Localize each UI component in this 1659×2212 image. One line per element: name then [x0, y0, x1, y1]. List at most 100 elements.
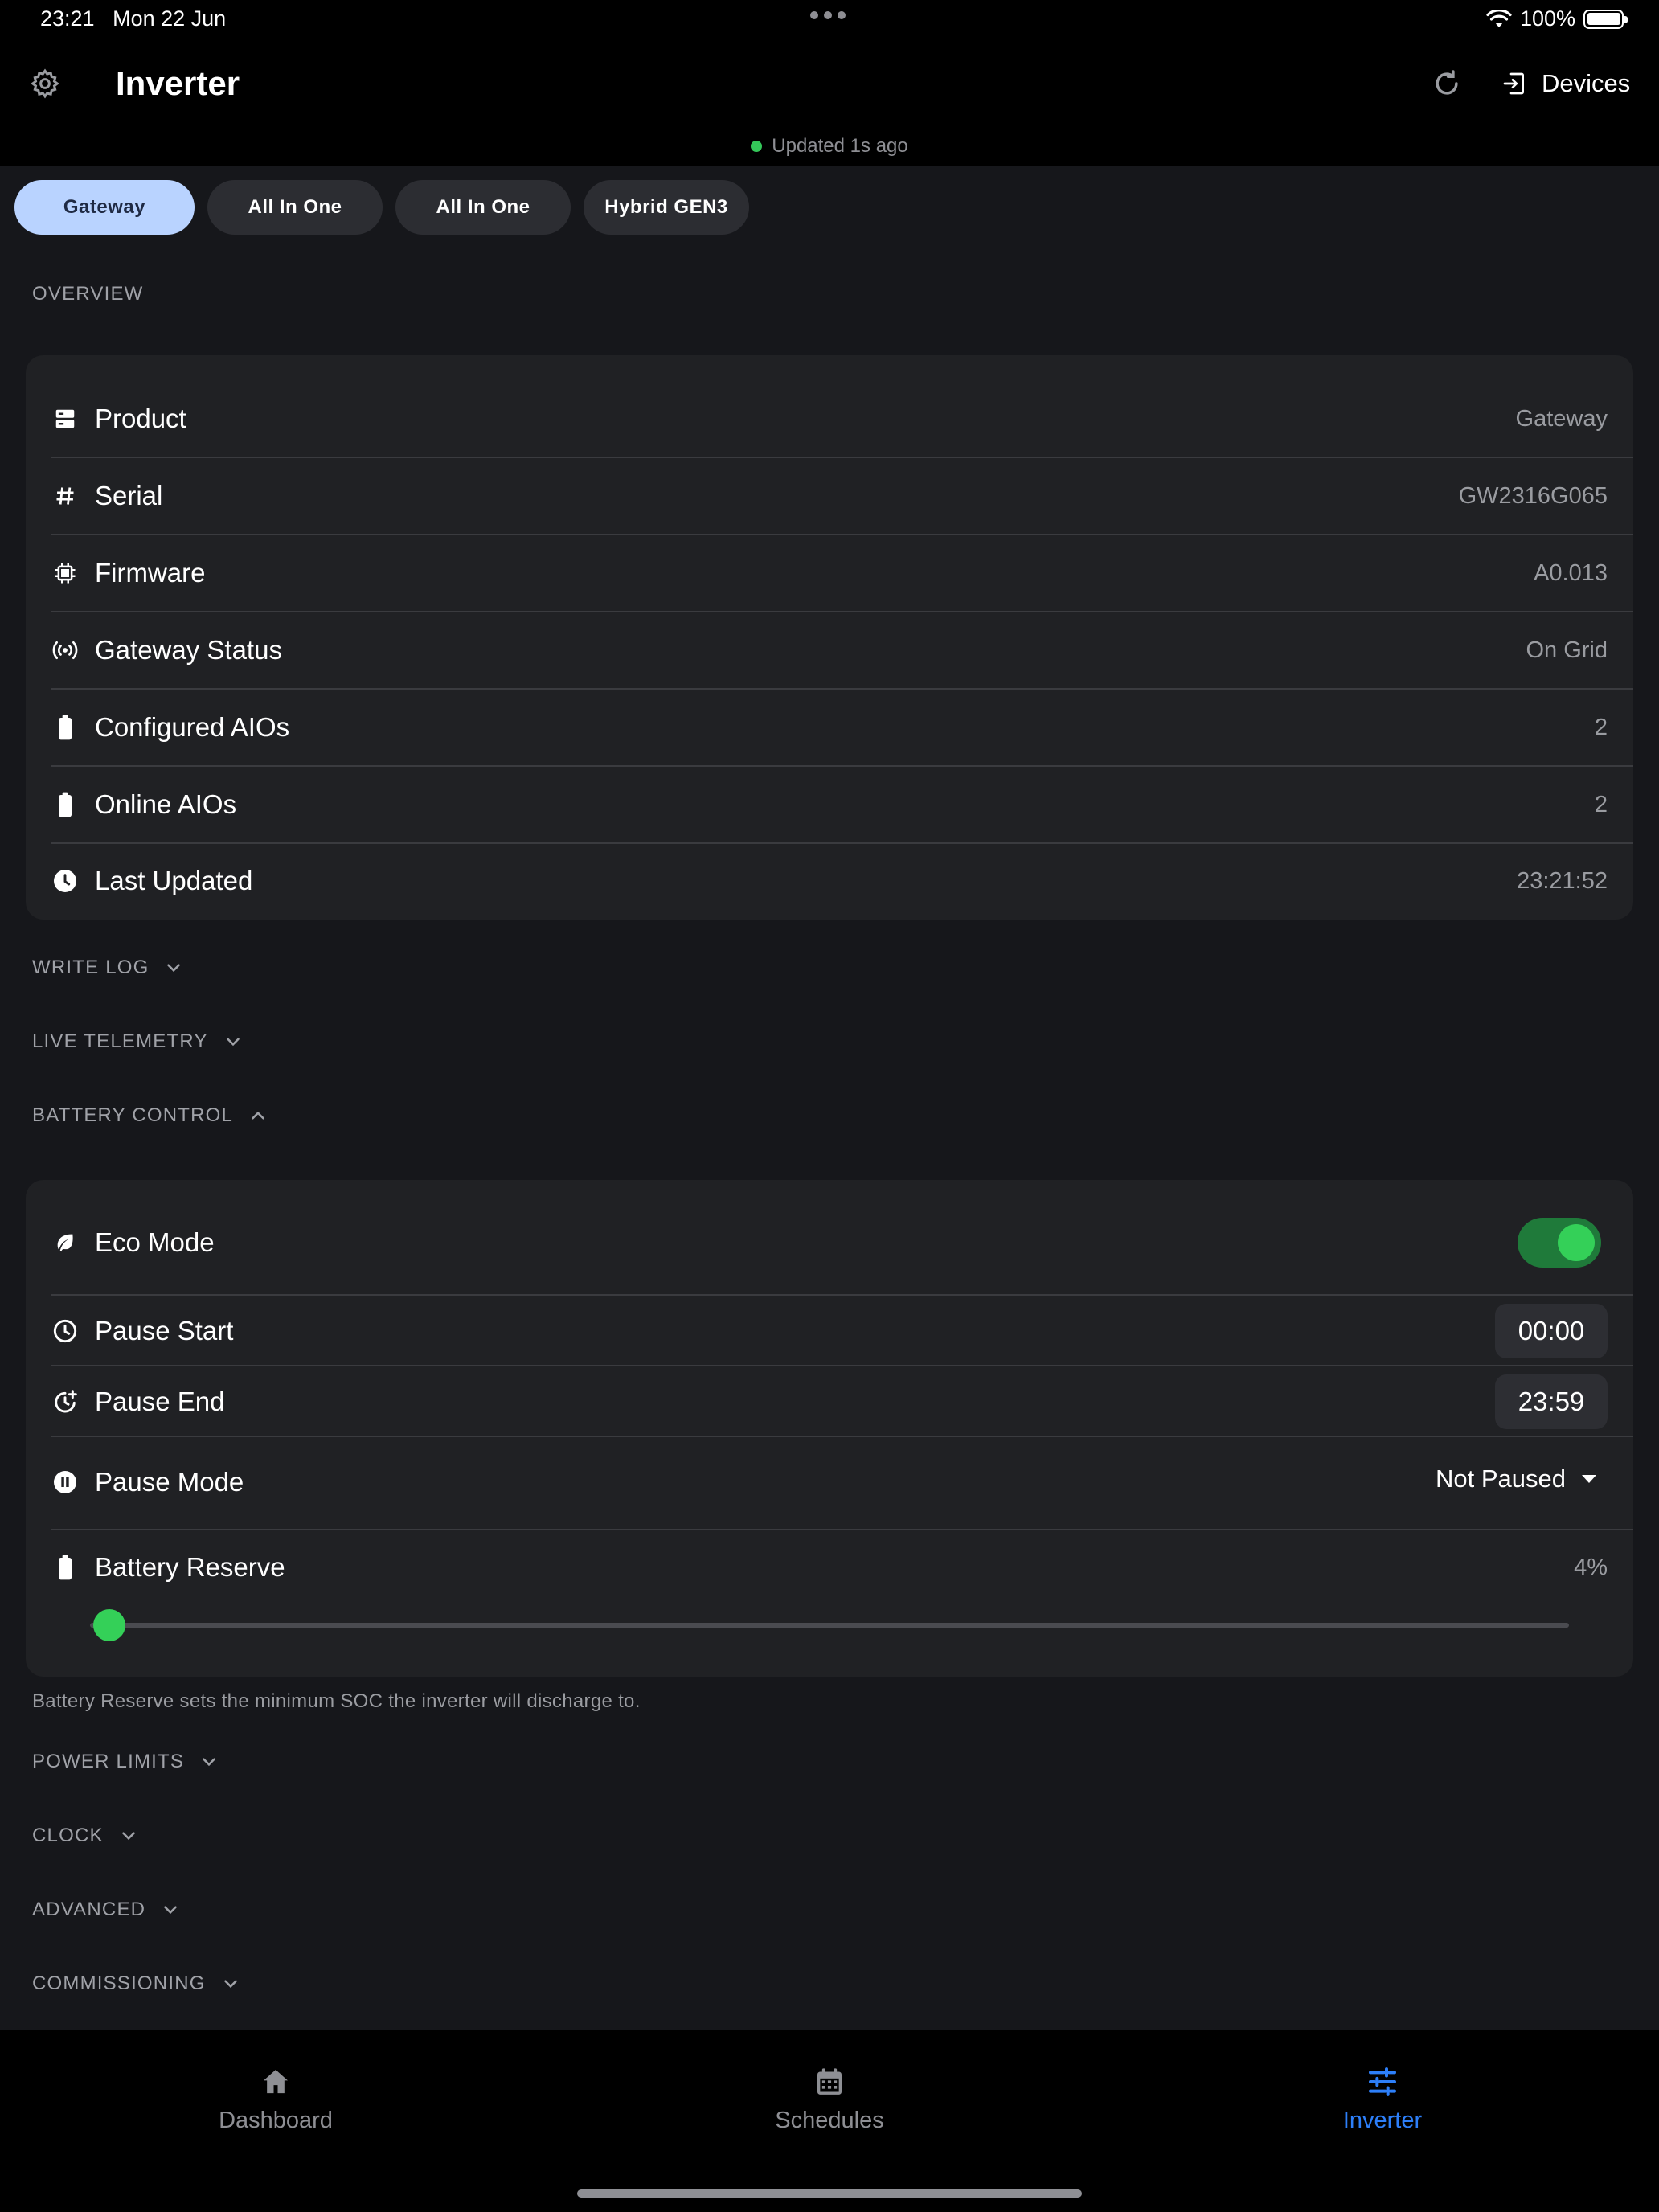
row-label: Serial [95, 481, 163, 510]
battery-control-card: Eco Mode Pause Start 00:00 Pause End 23:… [26, 1180, 1633, 1677]
commissioning-toggle[interactable]: COMMISSIONING [32, 1972, 241, 1995]
refresh-icon [1436, 70, 1458, 95]
multitasking-dots-icon[interactable] [810, 11, 846, 19]
tab-hybrid-gen3[interactable]: Hybrid GEN3 [584, 180, 749, 235]
divider [51, 457, 1633, 458]
write-log-toggle[interactable]: WRITE LOG [32, 956, 184, 979]
status-indicators: 100% [1486, 6, 1628, 31]
battery-icon [51, 714, 79, 741]
nav-schedules[interactable]: Schedules [709, 2066, 950, 2134]
power-limits-toggle[interactable]: POWER LIMITS [32, 1751, 219, 1773]
home-icon [264, 2070, 288, 2094]
row-value: Gateway [1515, 405, 1608, 432]
chevron-down-icon [226, 1038, 240, 1047]
pause-circle-icon [51, 1469, 79, 1496]
status-dot-icon [751, 141, 763, 152]
overview-row-product: Product Gateway [51, 395, 1633, 443]
top-bar: 23:21 Mon 22 Jun 100% Inverter Devices U… [0, 0, 1659, 166]
overview-card: Product Gateway Serial GW2316G065 Firmwa… [26, 355, 1633, 920]
battery-icon [51, 1554, 79, 1581]
battery-reserve-slider[interactable] [90, 1623, 1569, 1628]
device-tabs: Gateway All In One All In One Hybrid GEN… [14, 180, 749, 235]
clock-icon [51, 867, 79, 895]
settings-button[interactable] [24, 63, 66, 104]
chip-icon [51, 559, 79, 587]
chevron-down-icon [203, 1758, 215, 1767]
pause-end-label: Pause End [95, 1387, 225, 1416]
page-title: Inverter [116, 64, 240, 102]
eco-mode-toggle[interactable] [1518, 1218, 1601, 1268]
overview-row-firmware: Firmware A0.013 [51, 549, 1633, 597]
pause-start-label: Pause Start [95, 1316, 234, 1346]
chevron-down-icon [223, 1980, 237, 1989]
clock-toggle[interactable]: CLOCK [32, 1825, 139, 1847]
status-time: 23:21 Mon 22 Jun [40, 6, 227, 31]
devices-button[interactable]: Devices [1501, 63, 1630, 104]
nav-label: Schedules [775, 2108, 884, 2133]
row-label: Firmware [95, 558, 206, 588]
row-value: A0.013 [1534, 559, 1608, 586]
tab-gateway[interactable]: Gateway [14, 180, 195, 235]
section-label: ADVANCED [32, 1899, 146, 1920]
divider [51, 534, 1633, 535]
pause-mode-label: Pause Mode [95, 1467, 244, 1497]
divider [51, 611, 1633, 612]
bottom-navigation: Dashboard Schedules Inverter [0, 2030, 1659, 2212]
toggle-knob [1558, 1224, 1595, 1261]
chevron-down-icon [167, 964, 181, 973]
pause-end-time-picker[interactable]: 23:59 [1495, 1374, 1608, 1429]
overview-row-online-aios: Online AIOs 2 [51, 780, 1633, 829]
section-label: POWER LIMITS [32, 1751, 185, 1772]
advanced-toggle[interactable]: ADVANCED [32, 1899, 181, 1921]
battery-reserve-label: Battery Reserve [95, 1552, 285, 1582]
tab-all-in-one-2[interactable]: All In One [395, 180, 571, 235]
eco-mode-label: Eco Mode [95, 1227, 215, 1257]
battery-reserve-slider-thumb[interactable] [92, 1609, 125, 1641]
home-indicator[interactable] [577, 2189, 1082, 2198]
pause-mode-dropdown[interactable]: Not Paused [1436, 1464, 1598, 1493]
nav-dashboard[interactable]: Dashboard [155, 2066, 396, 2134]
section-label: CLOCK [32, 1825, 104, 1846]
refresh-button[interactable] [1426, 63, 1468, 104]
battery-control-toggle[interactable]: BATTERY CONTROL [32, 1104, 268, 1127]
divider [51, 842, 1633, 844]
live-telemetry-toggle[interactable]: LIVE TELEMETRY [32, 1030, 244, 1053]
row-label: Online AIOs [95, 789, 237, 819]
sliders-icon [1369, 2067, 1396, 2096]
section-label: WRITE LOG [32, 956, 150, 978]
overview-section-label: OVERVIEW [32, 283, 144, 305]
battery-icon [51, 791, 79, 818]
row-value: 2 [1594, 791, 1608, 817]
leaf-icon [51, 1229, 79, 1256]
battery-reserve-value: 4% [1574, 1554, 1608, 1580]
status-battery-icon [1583, 9, 1628, 29]
chevron-down-icon [121, 1832, 135, 1841]
row-value: GW2316G065 [1458, 482, 1608, 509]
chevron-up-icon [252, 1111, 264, 1120]
updated-text: Updated 1s ago [772, 135, 908, 157]
nav-inverter[interactable]: Inverter [1262, 2066, 1503, 2134]
divider [51, 688, 1633, 690]
overview-row-last-updated: Last Updated 23:21:52 [51, 857, 1633, 905]
divider [51, 1436, 1633, 1437]
divider [51, 1529, 1633, 1530]
pause-mode-row: Pause Mode Not Paused [51, 1460, 1633, 1505]
product-icon [51, 405, 79, 432]
update-status: Updated 1s ago [0, 135, 1659, 158]
section-label: BATTERY CONTROL [32, 1104, 234, 1126]
caret-down-icon [1582, 1475, 1596, 1483]
section-label: LIVE TELEMETRY [32, 1030, 208, 1052]
tab-all-in-one-1[interactable]: All In One [207, 180, 383, 235]
pause-end-row: Pause End 23:59 [51, 1374, 1633, 1429]
clock-plus-icon [51, 1388, 79, 1415]
pause-start-time-picker[interactable]: 00:00 [1495, 1304, 1608, 1358]
battery-reserve-row: Battery Reserve 4% [51, 1545, 1633, 1590]
battery-reserve-helper-text: Battery Reserve sets the minimum SOC the… [32, 1690, 641, 1712]
gear-icon [31, 68, 59, 99]
wifi-icon [1486, 9, 1512, 27]
pause-mode-value: Not Paused [1436, 1464, 1566, 1493]
pause-start-row: Pause Start 00:00 [51, 1304, 1633, 1358]
row-value: 23:21:52 [1517, 867, 1608, 894]
login-icon [1503, 72, 1524, 95]
overview-row-configured-aios: Configured AIOs 2 [51, 703, 1633, 752]
